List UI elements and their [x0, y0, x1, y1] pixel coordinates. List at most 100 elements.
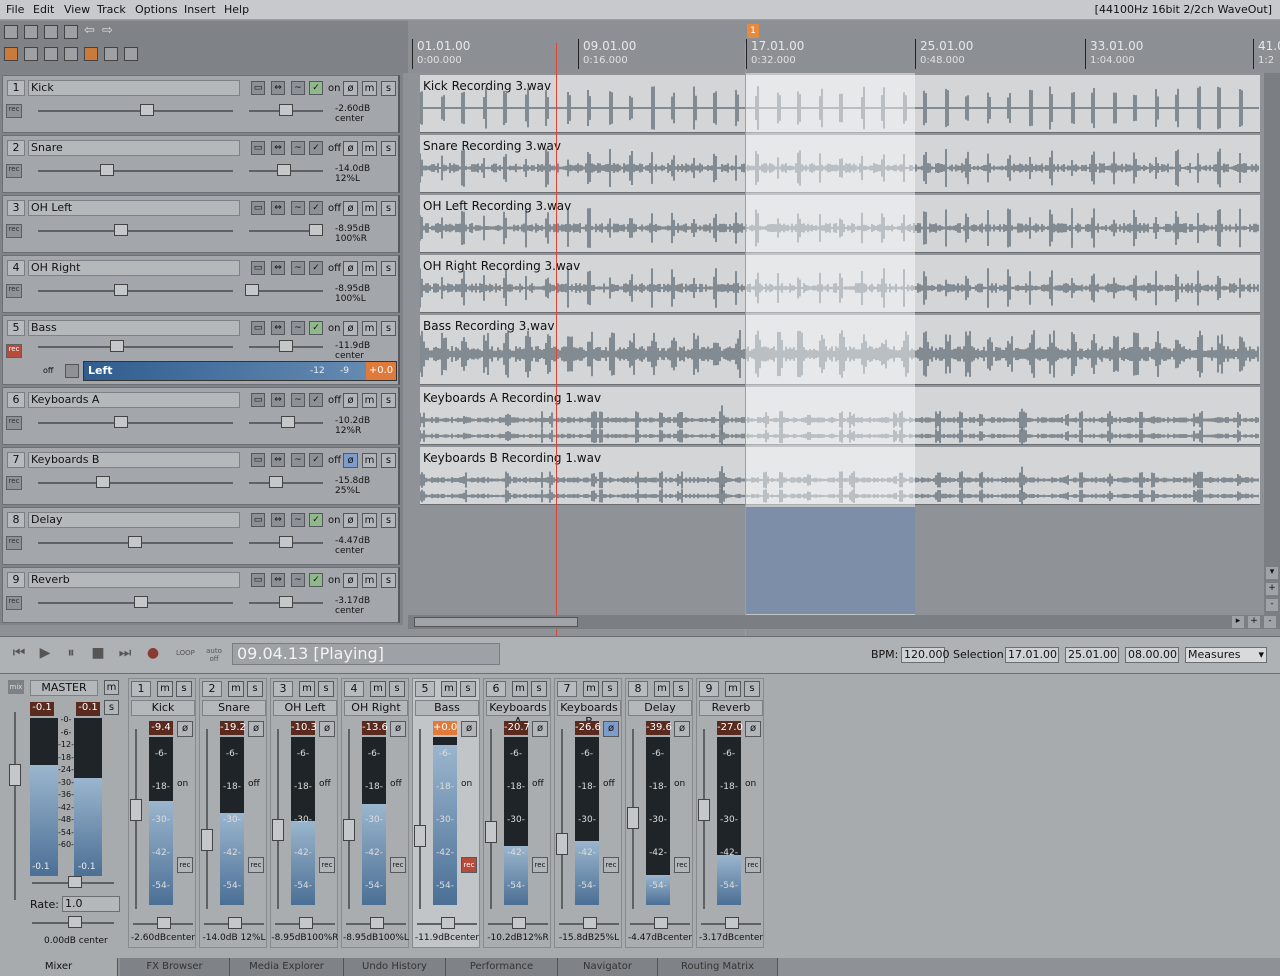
tab-media-explorer[interactable]: Media Explorer — [230, 958, 344, 976]
track-name-field[interactable]: Keyboards B — [28, 452, 240, 468]
mute-button[interactable]: m — [362, 513, 377, 528]
phase-button[interactable]: ø — [390, 721, 406, 737]
track-8[interactable]: 8 Delay rec ▭ ⇔ ~ ✓ on ø m s -4.47dB cen… — [2, 507, 400, 565]
solo-button[interactable]: s — [381, 393, 396, 408]
track-name-field[interactable]: OH Right — [28, 260, 240, 276]
mixer-strip-9[interactable]: 9 m s Reverb -27.0 ø -6- -18- -30- -42- -54- on rec -… — [696, 678, 764, 948]
solo-button[interactable]: s — [381, 513, 396, 528]
track-7[interactable]: 7 Keyboards B rec ▭ ⇔ ~ ✓ off ø m s -15.… — [2, 447, 400, 505]
track-name-field[interactable]: Reverb — [28, 572, 240, 588]
zoom-out-horizontal-icon[interactable]: - — [1264, 616, 1276, 628]
record-arm-button[interactable]: rec — [6, 164, 22, 178]
record-arm-button[interactable]: rec — [177, 857, 193, 873]
envelope-icon[interactable]: ~ — [291, 201, 305, 215]
mixer-strip-2[interactable]: 2 m s Snare -19.2 ø -6- -18- -30- -42- -54- off rec -… — [199, 678, 267, 948]
record-arm-button[interactable]: rec — [319, 857, 335, 873]
snap-icon[interactable] — [104, 47, 118, 61]
record-arm-button[interactable]: rec — [6, 344, 22, 358]
arrange-view[interactable]: 01.01.00 0:00.000 09.01.00 0:16.000 17.01.… — [408, 21, 1280, 638]
io-routing-icon[interactable]: ⇔ — [271, 513, 285, 527]
envelope-icon[interactable]: ~ — [291, 141, 305, 155]
master-fader[interactable] — [9, 712, 21, 900]
volume-slider[interactable] — [38, 164, 233, 176]
volume-fader[interactable] — [485, 729, 497, 909]
pan-slider[interactable] — [559, 917, 619, 929]
phase-button[interactable]: ø — [319, 721, 335, 737]
lock-icon[interactable] — [124, 47, 138, 61]
mixer-strip-7[interactable]: 7ms Keyboards B-26.6ø -6- -18- -30- -42- -54- o… — [554, 678, 622, 948]
phase-button[interactable]: ø — [343, 453, 358, 468]
io-routing-icon[interactable]: ⇔ — [271, 141, 285, 155]
record-arm-button[interactable]: rec — [6, 476, 22, 490]
volume-fader[interactable] — [130, 729, 142, 909]
solo-button[interactable]: s — [381, 201, 396, 216]
fx-icon[interactable]: ✓ — [309, 321, 323, 335]
timeline-ruler[interactable]: 01.01.00 0:00.000 09.01.00 0:16.000 17.01.… — [408, 21, 1280, 73]
phase-button[interactable]: ø — [343, 261, 358, 276]
solo-button[interactable]: s — [460, 681, 476, 697]
mute-button[interactable]: m — [725, 681, 741, 697]
selection-length-field[interactable]: 08.00.00 — [1125, 647, 1179, 663]
record-icon[interactable]: ● — [144, 645, 162, 663]
record-arm-button[interactable]: rec — [6, 224, 22, 238]
tab-mixer[interactable]: Mixer — [0, 958, 118, 976]
mute-button[interactable]: m — [512, 681, 528, 697]
track-name-field[interactable]: OH Left — [28, 200, 240, 216]
tab-performance[interactable]: Performance — [446, 958, 558, 976]
marker-flag[interactable]: 1 — [747, 24, 759, 38]
edit-cursor[interactable] — [745, 43, 746, 638]
mute-button[interactable]: m — [362, 201, 377, 216]
phase-button[interactable]: ø — [343, 393, 358, 408]
open-project-icon[interactable] — [24, 25, 38, 39]
envelope-icon[interactable]: ~ — [291, 81, 305, 95]
mute-button[interactable]: m — [583, 681, 599, 697]
play-icon[interactable]: ▶ — [36, 645, 54, 663]
phase-button[interactable]: ø — [532, 721, 548, 737]
record-arm-button[interactable]: rec — [674, 857, 690, 873]
folder-icon[interactable]: ▭ — [251, 261, 265, 275]
envelope-icon[interactable]: ~ — [291, 513, 305, 527]
selection-end-field[interactable]: 25.01.00 — [1065, 647, 1119, 663]
solo-button[interactable]: s — [673, 681, 689, 697]
pan-slider[interactable] — [204, 917, 264, 929]
vertical-scrollbar[interactable]: ▾ + - — [1264, 73, 1280, 615]
folder-icon[interactable]: ▭ — [251, 141, 265, 155]
io-routing-icon[interactable]: ⇔ — [271, 201, 285, 215]
master-pan-slider[interactable] — [32, 916, 114, 928]
record-arm-button[interactable]: rec — [461, 857, 477, 873]
menu-help[interactable]: Help — [224, 3, 249, 16]
fx-icon[interactable]: ✓ — [309, 573, 323, 587]
menu-track[interactable]: Track — [97, 3, 126, 16]
fx-icon[interactable]: ✓ — [309, 141, 323, 155]
zoom-out-vertical-icon[interactable]: - — [1266, 599, 1278, 611]
volume-slider[interactable] — [38, 284, 233, 296]
fx-icon[interactable]: ✓ — [309, 261, 323, 275]
record-arm-button[interactable]: rec — [532, 857, 548, 873]
track-2[interactable]: 2 Snare rec ▭ ⇔ ~ ✓ off ø m s -14.0dB 12… — [2, 135, 400, 193]
folder-icon[interactable]: ▭ — [251, 453, 265, 467]
fx-icon[interactable]: ✓ — [309, 393, 323, 407]
tab-undo-history[interactable]: Undo History — [344, 958, 446, 976]
go-to-start-icon[interactable]: ⏮ — [10, 645, 28, 663]
pan-slider[interactable] — [245, 284, 323, 296]
fx-icon[interactable]: ✓ — [309, 513, 323, 527]
track-name-field[interactable]: Keyboards A — [28, 392, 240, 408]
volume-fader[interactable] — [556, 729, 568, 909]
pan-slider[interactable] — [249, 416, 323, 428]
folder-icon[interactable]: ▭ — [251, 81, 265, 95]
ripple-edit-icon[interactable] — [24, 47, 38, 61]
folder-icon[interactable]: ▭ — [251, 201, 265, 215]
track-5[interactable]: 5 Bass rec ▭ ⇔ ~ ✓ on ø m s -11.9dB cent… — [2, 315, 400, 385]
folder-icon[interactable]: ▭ — [251, 513, 265, 527]
scroll-down-icon[interactable]: ▾ — [1266, 567, 1278, 579]
horizontal-scrollbar[interactable]: ▸ + - — [408, 615, 1280, 629]
track-9[interactable]: 9 Reverb rec ▭ ⇔ ~ ✓ on ø m s -3.17dB ce… — [2, 567, 400, 623]
volume-slider[interactable] — [38, 104, 233, 116]
pan-slider[interactable] — [249, 104, 323, 116]
mute-button[interactable]: m — [654, 681, 670, 697]
volume-fader[interactable] — [627, 729, 639, 909]
folder-icon[interactable]: ▭ — [251, 321, 265, 335]
pan-slider[interactable] — [275, 917, 335, 929]
folder-icon[interactable]: ▭ — [251, 573, 265, 587]
selection-start-field[interactable]: 17.01.00 — [1005, 647, 1059, 663]
